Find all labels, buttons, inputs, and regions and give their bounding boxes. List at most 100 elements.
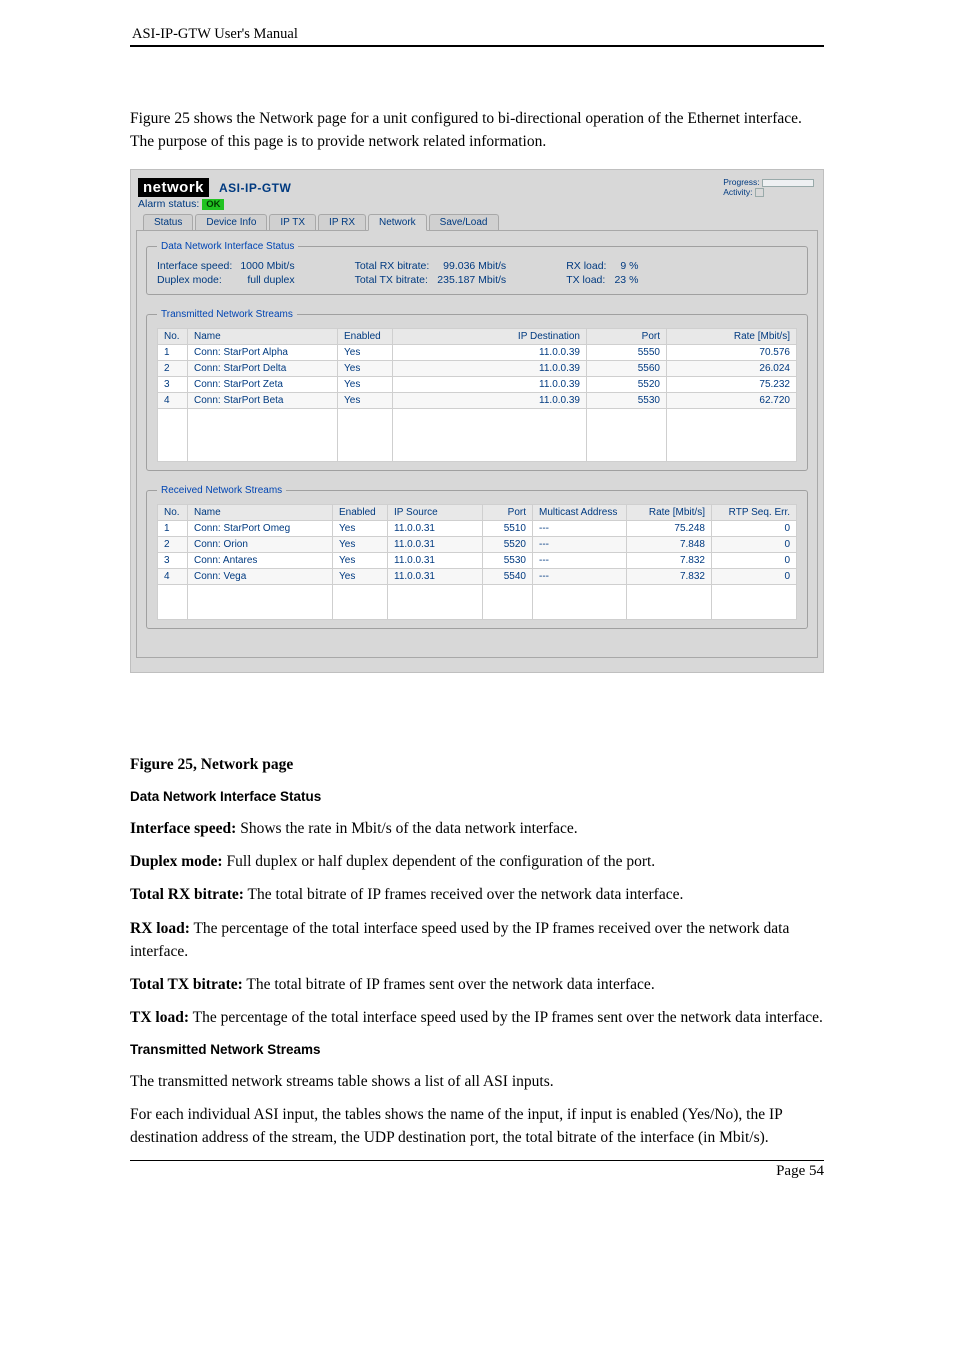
table-cell: 0 [712,569,797,585]
rx-load-label: RX load: [566,260,606,272]
tab-device-info[interactable]: Device Info [195,214,267,230]
table-cell: 4 [158,393,188,409]
duplex-value: full duplex [240,274,294,286]
desc-interface-speed: Shows the rate in Mbit/s of the data net… [236,820,577,837]
tx-bitrate-value: 235.187 Mbit/s [437,274,506,286]
tab-network[interactable]: Network [368,214,427,231]
table-cell: 5510 [483,521,533,537]
table-row: 1Conn: StarPort AlphaYes11.0.0.39555070.… [158,345,797,361]
alarm-label: Alarm status: [138,198,199,210]
table-cell: 3 [158,377,188,393]
table-cell: Yes [338,361,393,377]
table-cell: 5550 [587,345,667,361]
status-section-title: Data Network Interface Status [157,241,298,252]
table-row: 1Conn: StarPort OmegYes11.0.0.315510---7… [158,521,797,537]
tx-col-enabled: Enabled [338,329,393,345]
desc-status-heading: Data Network Interface Status [130,787,824,807]
rx-bitrate-label: Total RX bitrate: [355,260,430,272]
table-cell: Conn: Antares [188,553,333,569]
table-cell: --- [533,521,627,537]
rx-section-title: Received Network Streams [157,485,286,496]
tx-load-value: 23 % [614,274,638,286]
tx-load-label: TX load: [566,274,606,286]
tx-col-port: Port [587,329,667,345]
duplex-label: Duplex mode: [157,274,232,286]
lead-rx-load: RX load: [130,920,190,937]
table-row: 4Conn: StarPort BetaYes11.0.0.39553062.7… [158,393,797,409]
table-cell: 75.232 [667,377,797,393]
desc-rx-bitrate: The total bitrate of IP frames received … [244,886,683,903]
alarm-status: Alarm status: OK [136,198,818,214]
app-screenshot: network ASI-IP-GTW Progress: Activity: A… [130,169,824,673]
tab-save-load[interactable]: Save/Load [429,214,499,230]
doc-header: ASI-IP-GTW User's Manual [130,26,824,43]
app-logo: network [138,178,209,197]
desc-tx-p1: The transmitted network streams table sh… [130,1070,824,1093]
table-cell: Yes [333,537,388,553]
tab-ip-rx[interactable]: IP RX [318,214,366,230]
tx-col-no: No. [158,329,188,345]
header-rule [130,45,824,47]
table-cell: 11.0.0.39 [393,393,587,409]
desc-tx-heading: Transmitted Network Streams [130,1040,824,1060]
tab-status[interactable]: Status [143,214,193,230]
table-cell: 5520 [483,537,533,553]
lead-interface-speed: Interface speed: [130,820,236,837]
rx-col-name: Name [188,505,333,521]
desc-rx-load: The percentage of the total interface sp… [130,920,789,960]
desc-duplex: Full duplex or half duplex dependent of … [223,853,656,870]
table-cell: 11.0.0.31 [388,521,483,537]
tx-col-dest: IP Destination [393,329,587,345]
rx-col-enabled: Enabled [333,505,388,521]
table-cell: 26.024 [667,361,797,377]
table-cell: 70.576 [667,345,797,361]
app-model: ASI-IP-GTW [219,181,291,195]
activity-label: Activity: [723,187,752,197]
table-cell: 2 [158,361,188,377]
table-cell: 1 [158,521,188,537]
table-cell: 5530 [587,393,667,409]
table-cell: Conn: Orion [188,537,333,553]
rx-bitrate-value: 99.036 Mbit/s [437,260,506,272]
lead-duplex: Duplex mode: [130,853,223,870]
lead-tx-bitrate: Total TX bitrate: [130,976,243,993]
progress-bar [762,179,814,187]
table-cell: 0 [712,553,797,569]
table-cell: 5540 [483,569,533,585]
table-cell: 1 [158,345,188,361]
intro-paragraph: Figure 25 shows the Network page for a u… [130,107,824,154]
table-cell: 7.832 [627,553,712,569]
progress-label: Progress: [723,177,759,187]
page-number: Page 54 [130,1163,824,1180]
tab-ip-tx[interactable]: IP TX [269,214,316,230]
interface-speed-value: 1000 Mbit/s [240,260,294,272]
desc-tx-load: The percentage of the total interface sp… [189,1009,823,1026]
table-cell: 0 [712,537,797,553]
rx-col-src: IP Source [388,505,483,521]
table-row: 2Conn: StarPort DeltaYes11.0.0.39556026.… [158,361,797,377]
table-cell: 75.248 [627,521,712,537]
tab-bar: Status Device Info IP TX IP RX Network S… [136,214,818,231]
table-row: 3Conn: StarPort ZetaYes11.0.0.39552075.2… [158,377,797,393]
table-cell: Conn: StarPort Omeg [188,521,333,537]
table-row: 4Conn: VegaYes11.0.0.315540---7.8320 [158,569,797,585]
footer-rule [130,1160,824,1162]
alarm-value: OK [202,199,224,210]
table-row: 3Conn: AntaresYes11.0.0.315530---7.8320 [158,553,797,569]
table-cell: Yes [333,569,388,585]
table-cell: 5530 [483,553,533,569]
table-cell: Conn: StarPort Zeta [188,377,338,393]
table-cell: 5520 [587,377,667,393]
description-body: Figure 25, Network page Data Network Int… [130,753,824,1149]
table-cell: --- [533,569,627,585]
table-cell: 7.832 [627,569,712,585]
table-cell: 62.720 [667,393,797,409]
rx-col-port: Port [483,505,533,521]
table-cell: Yes [338,377,393,393]
table-cell: 11.0.0.39 [393,345,587,361]
table-row: 2Conn: OrionYes11.0.0.315520---7.8480 [158,537,797,553]
table-cell: 0 [712,521,797,537]
table-cell: 2 [158,537,188,553]
interface-speed-label: Interface speed: [157,260,232,272]
table-cell: Yes [338,393,393,409]
